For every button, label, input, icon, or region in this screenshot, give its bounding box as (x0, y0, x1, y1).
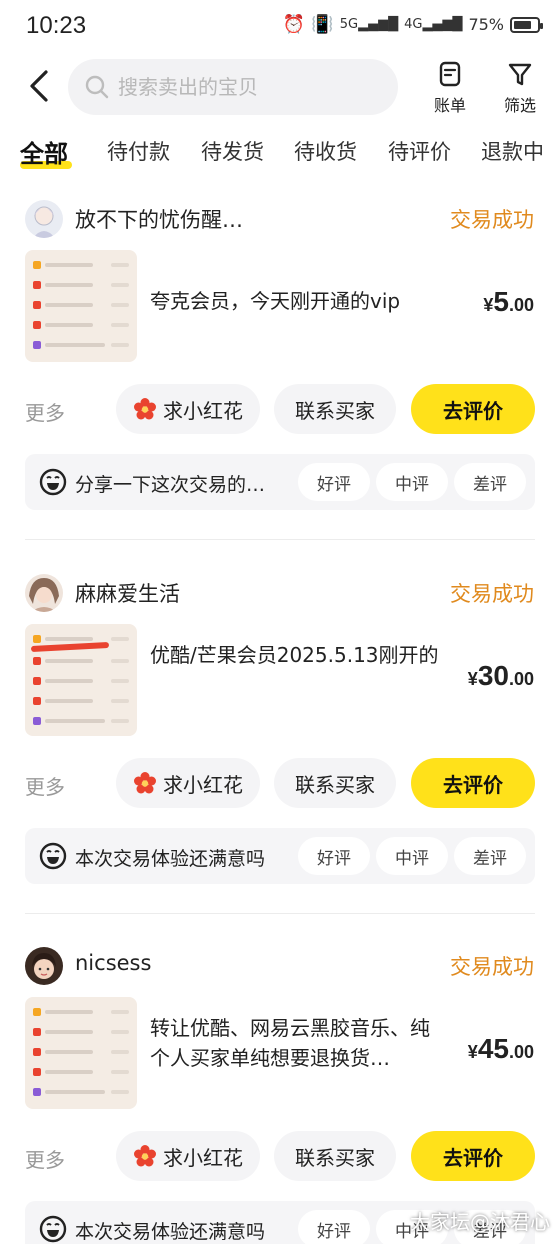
product-title[interactable]: 优酷/芒果会员2025.5.13刚开的 (150, 640, 440, 670)
rate-button[interactable]: 去评价 (411, 384, 535, 434)
product-title[interactable]: 转让优酷、网易云黑胶音乐、纯个人买家单纯想要退换货… (150, 1013, 440, 1073)
order-tabs: 全部 待付款 待发货 待收货 待评价 退款中 (0, 128, 560, 174)
smile-face-icon (39, 842, 67, 870)
smile-face-icon (39, 1215, 67, 1243)
divider (25, 913, 535, 914)
filter-button[interactable]: 筛选 (494, 60, 546, 116)
ask-flower-button[interactable]: 求小红花 (116, 758, 260, 808)
order-status: 交易成功 (450, 955, 534, 979)
neutral-review-button[interactable]: 中评 (376, 837, 448, 875)
seller-name[interactable]: nicsess (75, 951, 151, 975)
back-button[interactable] (22, 66, 62, 106)
rate-button[interactable]: 去评价 (411, 1131, 535, 1181)
status-bar: 10:23 ⏰ 📳 5G▂▄▆█ 4G▂▄▆█ 75% (0, 0, 560, 52)
alarm-icon: ⏰ (282, 14, 306, 35)
tab-pending-review[interactable]: 待评价 (388, 136, 451, 166)
bad-review-button[interactable]: 差评 (454, 463, 526, 501)
order-card: 放不下的忧伤醒… 交易成功 夸克会员，今天刚开通的vip ¥5.00 更多 求小… (0, 186, 560, 542)
feedback-prompt: 本次交易体验还满意吗 (75, 848, 266, 870)
rate-button[interactable]: 去评价 (411, 758, 535, 808)
status-icons: ⏰ 📳 5G▂▄▆█ 4G▂▄▆█ 75% (282, 14, 543, 35)
feedback-prompt: 本次交易体验还满意吗 (75, 1221, 266, 1243)
more-button[interactable]: 更多 (25, 1144, 65, 1173)
ask-flower-button[interactable]: 求小红花 (116, 1131, 260, 1181)
flower-icon (134, 1145, 156, 1167)
filter-icon (508, 63, 532, 86)
product-price: ¥5.00 (483, 286, 534, 317)
product-thumbnail[interactable] (25, 250, 137, 362)
neutral-review-button[interactable]: 中评 (376, 463, 448, 501)
feedback-prompt: 分享一下这次交易的… (75, 474, 266, 496)
order-card: 麻麻爱生活 交易成功 优酷/芒果会员2025.5.13刚开的 ¥30.00 更多… (0, 560, 560, 916)
order-card: nicsess 交易成功 转让优酷、网易云黑胶音乐、纯个人买家单纯想要退换货… … (0, 933, 560, 1244)
battery-percent: 75% (468, 15, 504, 34)
feedback-bar: 分享一下这次交易的… 好评 中评 差评 (25, 454, 535, 510)
status-time: 10:23 (26, 12, 87, 39)
product-price: ¥45.00 (467, 1033, 534, 1064)
search-input[interactable] (118, 59, 388, 115)
filter-label: 筛选 (503, 96, 536, 115)
order-status: 交易成功 (450, 208, 534, 232)
battery-icon (510, 16, 543, 33)
search-icon (85, 75, 109, 99)
seller-name[interactable]: 麻麻爱生活 (75, 578, 180, 608)
tab-refunding[interactable]: 退款中 (481, 136, 544, 166)
contact-buyer-button[interactable]: 联系买家 (274, 384, 396, 434)
avatar (25, 947, 63, 985)
more-button[interactable]: 更多 (25, 397, 65, 426)
good-review-button[interactable]: 好评 (298, 837, 370, 875)
order-status: 交易成功 (450, 582, 534, 606)
ask-flower-button[interactable]: 求小红花 (116, 384, 260, 434)
flower-icon (134, 398, 156, 420)
signal-5g-icon: 5G▂▄▆█ (339, 17, 399, 32)
product-title[interactable]: 夸克会员，今天刚开通的vip (150, 286, 440, 316)
vibrate-icon: 📳 (311, 14, 334, 35)
bill-button[interactable]: 账单 (424, 60, 476, 116)
divider (25, 539, 535, 540)
back-arrow-icon (30, 70, 48, 102)
more-button[interactable]: 更多 (25, 771, 65, 800)
good-review-button[interactable]: 好评 (298, 1210, 370, 1244)
feedback-bar: 本次交易体验还满意吗 好评 中评 差评 (25, 828, 535, 884)
seller-name[interactable]: 放不下的忧伤醒… (75, 204, 243, 234)
bad-review-button[interactable]: 差评 (454, 837, 526, 875)
product-thumbnail[interactable] (25, 624, 137, 736)
tab-pending-shipment[interactable]: 待发货 (201, 136, 264, 166)
smile-face-icon (39, 468, 67, 496)
avatar (25, 574, 63, 612)
good-review-button[interactable]: 好评 (298, 463, 370, 501)
watermark: 大家坛@沐君心 (410, 1210, 550, 1234)
tab-all[interactable]: 全部 (20, 134, 68, 169)
bill-label: 账单 (433, 96, 466, 115)
contact-buyer-button[interactable]: 联系买家 (274, 758, 396, 808)
flower-icon (134, 772, 156, 794)
avatar (25, 200, 63, 238)
tab-pending-receipt[interactable]: 待收货 (294, 136, 357, 166)
contact-buyer-button[interactable]: 联系买家 (274, 1131, 396, 1181)
signal-4g-icon: 4G▂▄▆█ (404, 17, 463, 32)
search-box[interactable] (68, 59, 398, 115)
header: 账单 筛选 (0, 56, 560, 120)
product-thumbnail[interactable] (25, 997, 137, 1109)
product-price: ¥30.00 (467, 660, 534, 691)
bill-icon (439, 61, 461, 87)
tab-pending-payment[interactable]: 待付款 (107, 136, 170, 166)
